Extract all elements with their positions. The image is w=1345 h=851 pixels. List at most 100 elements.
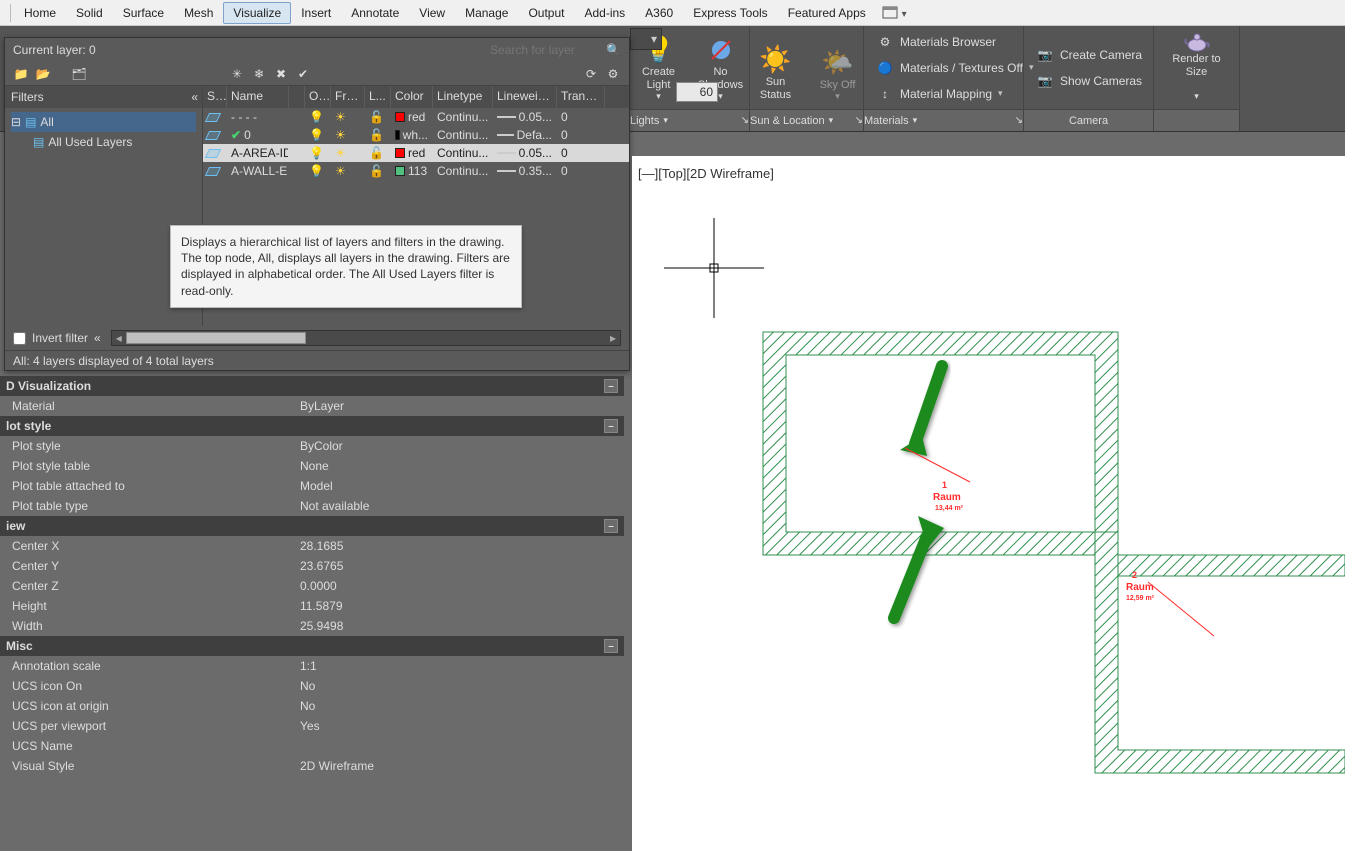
property-row[interactable]: MaterialByLayer: [0, 396, 624, 416]
layer-states-icon[interactable]: 🗂: [71, 66, 87, 82]
filter-all-used[interactable]: ▤ All Used Layers: [11, 132, 196, 152]
materials-textures-button[interactable]: 🔵Materials / Textures Off: [872, 56, 1037, 80]
property-section-header[interactable]: D Visualization–: [0, 376, 624, 396]
property-row[interactable]: Annotation scale1:1: [0, 656, 624, 676]
layer-cell[interactable]: red: [391, 146, 433, 160]
property-value[interactable]: 11.5879: [296, 599, 624, 613]
menu-a360[interactable]: A360: [635, 2, 683, 24]
layer-cell[interactable]: [203, 131, 227, 140]
workspace-switch-icon[interactable]: ▾: [882, 4, 907, 21]
menu-express-tools[interactable]: Express Tools: [683, 2, 777, 24]
layer-cell[interactable]: 🔓: [365, 164, 391, 178]
property-value[interactable]: 2D Wireframe: [296, 759, 624, 773]
menu-view[interactable]: View: [409, 2, 455, 24]
layer-cell[interactable]: Continu...: [433, 164, 493, 178]
property-value[interactable]: No: [296, 699, 624, 713]
exposure-dropdown[interactable]: ▾: [630, 28, 662, 50]
layer-cell[interactable]: wh...: [391, 128, 433, 142]
layer-cell[interactable]: 0.05...: [493, 110, 557, 124]
property-row[interactable]: UCS Name: [0, 736, 624, 756]
collapse-filters-icon[interactable]: «: [191, 90, 196, 104]
layer-cell[interactable]: 🔓: [365, 146, 391, 160]
layer-cell[interactable]: A-AREA-ID...: [227, 146, 289, 160]
freeze-new-layer-icon[interactable]: ❄: [251, 66, 267, 82]
exposure-value[interactable]: [676, 82, 718, 102]
layer-col-header[interactable]: Fre...: [331, 86, 365, 108]
render-to-size-button[interactable]: Render to Size▾: [1162, 32, 1231, 104]
menu-solid[interactable]: Solid: [66, 2, 113, 24]
property-row[interactable]: UCS per viewportYes: [0, 716, 624, 736]
layer-cell[interactable]: ✔ 0: [227, 128, 289, 142]
menu-visualize[interactable]: Visualize: [223, 2, 291, 24]
property-value[interactable]: 28.1685: [296, 539, 624, 553]
refresh-icon[interactable]: ⟳: [583, 66, 599, 82]
property-row[interactable]: Center X28.1685: [0, 536, 624, 556]
layer-table-hscrollbar[interactable]: ◂ ▸: [111, 330, 621, 346]
property-row[interactable]: Plot table attached toModel: [0, 476, 624, 496]
menu-insert[interactable]: Insert: [291, 2, 341, 24]
layer-col-header[interactable]: S...: [203, 86, 227, 108]
layer-cell[interactable]: [203, 113, 227, 122]
menu-annotate[interactable]: Annotate: [341, 2, 409, 24]
layer-cell[interactable]: 0: [557, 110, 605, 124]
property-value[interactable]: 1:1: [296, 659, 624, 673]
property-value[interactable]: Model: [296, 479, 624, 493]
layer-cell[interactable]: A-WALL-E: [227, 164, 289, 178]
layer-cell[interactable]: 💡: [305, 128, 331, 142]
layer-cell[interactable]: Defa...: [493, 128, 557, 142]
layer-table-header[interactable]: S...NameO...Fre...L...ColorLinetypeLinew…: [203, 86, 629, 108]
scrollbar-thumb[interactable]: [126, 332, 306, 344]
layer-cell[interactable]: - - - -: [227, 110, 289, 124]
menu-mesh[interactable]: Mesh: [174, 2, 223, 24]
property-value[interactable]: None: [296, 459, 624, 473]
materials-browser-button[interactable]: ⚙Materials Browser: [872, 30, 1000, 54]
property-value[interactable]: ByColor: [296, 439, 624, 453]
filter-all[interactable]: ⊟ ▤ All: [11, 112, 196, 132]
scroll-right-icon[interactable]: ▸: [606, 331, 620, 345]
menu-featured-apps[interactable]: Featured Apps: [778, 2, 876, 24]
layer-cell[interactable]: Continu...: [433, 110, 493, 124]
room1-number[interactable]: 1: [942, 480, 947, 490]
create-camera-button[interactable]: 📷Create Camera: [1032, 43, 1146, 67]
layer-cell[interactable]: 0.05...: [493, 146, 557, 160]
show-cameras-button[interactable]: 📷Show Cameras: [1032, 69, 1146, 93]
layer-search[interactable]: 🔍: [490, 43, 621, 57]
room-2-walls[interactable]: [1095, 532, 1345, 773]
property-row[interactable]: UCS icon at originNo: [0, 696, 624, 716]
layer-cell[interactable]: ☀: [331, 110, 365, 124]
layer-cell[interactable]: [203, 167, 227, 176]
layer-row[interactable]: - - - -💡☀🔓 redContinu... 0.05...0: [203, 108, 629, 126]
property-value[interactable]: 23.6765: [296, 559, 624, 573]
layer-cell[interactable]: 🔓: [365, 128, 391, 142]
layer-cell[interactable]: 0: [557, 164, 605, 178]
sun-status-button[interactable]: ☀️ Sun Status: [748, 32, 804, 104]
layer-row[interactable]: ✔ 0💡☀🔓 wh...Continu... Defa...0: [203, 126, 629, 144]
scroll-left-icon[interactable]: ◂: [112, 331, 126, 345]
layer-col-header[interactable]: Color: [391, 86, 433, 108]
new-layer-icon[interactable]: ✳: [229, 66, 245, 82]
property-value[interactable]: ByLayer: [296, 399, 624, 413]
menu-surface[interactable]: Surface: [113, 2, 174, 24]
layer-col-header[interactable]: Lineweig...: [493, 86, 557, 108]
layer-cell[interactable]: Continu...: [433, 128, 493, 142]
set-current-icon[interactable]: ✔: [295, 66, 311, 82]
layer-cell[interactable]: 🔓: [365, 110, 391, 124]
layer-cell[interactable]: 113: [391, 164, 433, 178]
property-value[interactable]: Yes: [296, 719, 624, 733]
layer-cell[interactable]: 0.35...: [493, 164, 557, 178]
property-value[interactable]: No: [296, 679, 624, 693]
material-mapping-button[interactable]: ↕Material Mapping: [872, 82, 1007, 106]
delete-layer-icon[interactable]: ✖: [273, 66, 289, 82]
property-row[interactable]: Center Z0.0000: [0, 576, 624, 596]
layer-cell[interactable]: 💡: [305, 164, 331, 178]
layer-cell[interactable]: [203, 149, 227, 158]
expand-filters-icon[interactable]: «: [94, 331, 99, 345]
layer-cell[interactable]: ☀: [331, 146, 365, 160]
property-row[interactable]: Plot table typeNot available: [0, 496, 624, 516]
menu-output[interactable]: Output: [518, 2, 574, 24]
layer-col-header[interactable]: [289, 86, 305, 108]
layer-cell[interactable]: Continu...: [433, 146, 493, 160]
drawing-viewport[interactable]: [—][Top][2D Wireframe]: [632, 156, 1345, 851]
room2-number[interactable]: 2: [1132, 570, 1137, 580]
property-row[interactable]: Height11.5879: [0, 596, 624, 616]
